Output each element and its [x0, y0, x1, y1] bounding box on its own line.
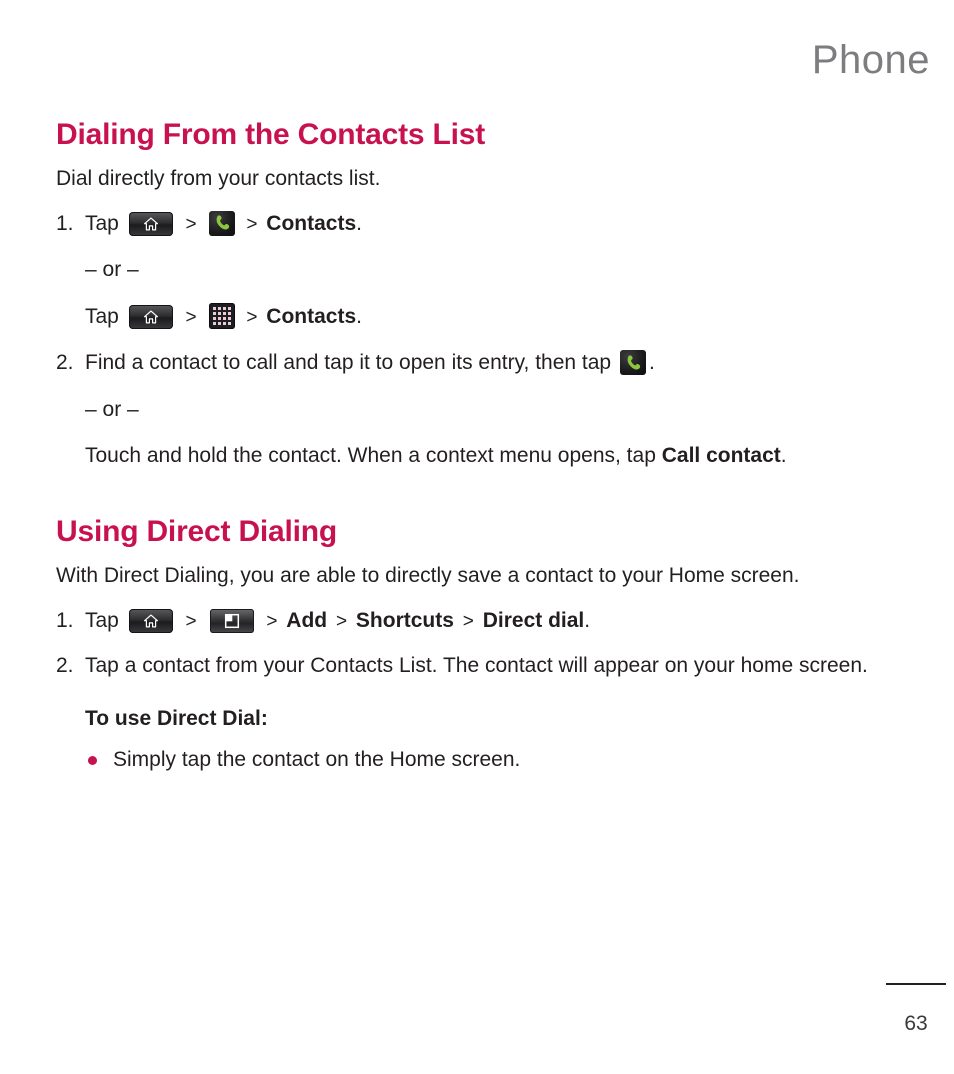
- step-text: Find a contact to call and tap it to ope…: [85, 351, 612, 375]
- menu-option-shortcuts: Shortcuts: [355, 609, 454, 633]
- section-intro-direct-dialing: With Direct Dialing, you are able to dir…: [56, 563, 800, 587]
- chevron-separator: >: [335, 611, 348, 633]
- chevron-separator: >: [462, 611, 474, 633]
- chevron-separator: >: [185, 611, 197, 633]
- menu-option-add: Add: [286, 609, 328, 633]
- alternate-step-1-dialing: Tap > > Contacts.: [56, 302, 898, 332]
- list-item-label: Simply tap the contact on the Home scree…: [113, 748, 521, 772]
- handset-glyph: [627, 355, 641, 370]
- list-item: Simply tap the contact on the Home scree…: [85, 745, 898, 775]
- chevron-separator: >: [185, 213, 197, 235]
- step-number: 1.: [56, 211, 74, 235]
- menu-option-direct-dial: Direct dial: [482, 609, 585, 633]
- step-item-1-direct-dialing: 1. Tap > > Add > Shortcuts > Direct dial…: [56, 606, 898, 636]
- step-period: .: [584, 609, 591, 633]
- call-contact-label: Call contact: [661, 444, 781, 468]
- menu-key-icon[interactable]: [209, 609, 254, 634]
- chevron-separator: >: [246, 306, 258, 328]
- step-number: 2.: [56, 351, 74, 375]
- or-divider-1: – or –: [85, 258, 139, 282]
- footer-rule: [886, 983, 946, 985]
- bullet-dot-icon: [88, 756, 97, 766]
- phone-app-icon[interactable]: [619, 350, 646, 376]
- home-key-icon[interactable]: [128, 211, 173, 236]
- step-number: 1.: [56, 609, 74, 633]
- step-target-contacts: Contacts: [266, 211, 357, 235]
- subhead-to-use-direct-dial: To use Direct Dial:: [85, 707, 268, 731]
- step-period: .: [780, 444, 787, 468]
- chevron-separator: >: [185, 306, 197, 328]
- step-verb: Tap: [85, 211, 119, 235]
- step-target-contacts: Contacts: [266, 304, 357, 328]
- apps-launcher-icon[interactable]: [208, 302, 235, 329]
- home-key-icon[interactable]: [128, 609, 173, 634]
- step-period: .: [648, 351, 655, 375]
- page-content: Dialing From the Contacts List Dial dire…: [56, 118, 898, 776]
- home-key-icon[interactable]: [128, 304, 173, 329]
- page-number: 63: [904, 1012, 928, 1035]
- step-period: .: [356, 304, 362, 328]
- section-intro-dialing: Dial directly from your contacts list.: [56, 166, 381, 190]
- alt-step-text: Touch and hold the contact. When a conte…: [85, 444, 662, 468]
- chevron-separator: >: [246, 213, 258, 235]
- step-item-2-dialing: 2. Find a contact to call and tap it to …: [56, 348, 898, 378]
- step-verb: Tap: [85, 609, 119, 633]
- house-glyph: [143, 217, 158, 231]
- step-item-1-dialing: 1. Tap > > Contacts.: [56, 209, 898, 239]
- step-number: 2.: [56, 653, 74, 677]
- chevron-separator: >: [266, 611, 278, 633]
- step-text: Tap a contact from your Contacts List. T…: [85, 653, 868, 677]
- house-glyph: [143, 614, 158, 628]
- alternate-step-2-dialing: Touch and hold the contact. When a conte…: [56, 441, 898, 471]
- section-title-dialing-from-contacts-list: Dialing From the Contacts List: [56, 118, 486, 151]
- or-divider-2: – or –: [85, 397, 139, 421]
- step-verb: Tap: [85, 304, 119, 328]
- steps-list-dialing: 1. Tap > > Contacts. – or – Tap > > Cont…: [56, 209, 898, 472]
- running-head: Phone: [811, 38, 930, 82]
- step-item-2-direct-dialing: 2. Tap a contact from your Contacts List…: [56, 651, 898, 681]
- apps-grid-glyph: [212, 306, 231, 325]
- manual-page: Phone Dialing From the Contacts List Dia…: [0, 0, 954, 1074]
- handset-glyph: [216, 215, 229, 230]
- steps-list-direct-dialing: 1. Tap > > Add > Shortcuts > Direct dial…: [56, 606, 898, 681]
- section-title-using-direct-dialing: Using Direct Dialing: [56, 515, 338, 549]
- step-period: .: [356, 211, 362, 235]
- bullet-list-direct-dial: Simply tap the contact on the Home scree…: [56, 745, 898, 775]
- phone-app-icon[interactable]: [208, 210, 235, 236]
- house-glyph: [143, 310, 158, 324]
- menu-square-glyph: [224, 614, 239, 629]
